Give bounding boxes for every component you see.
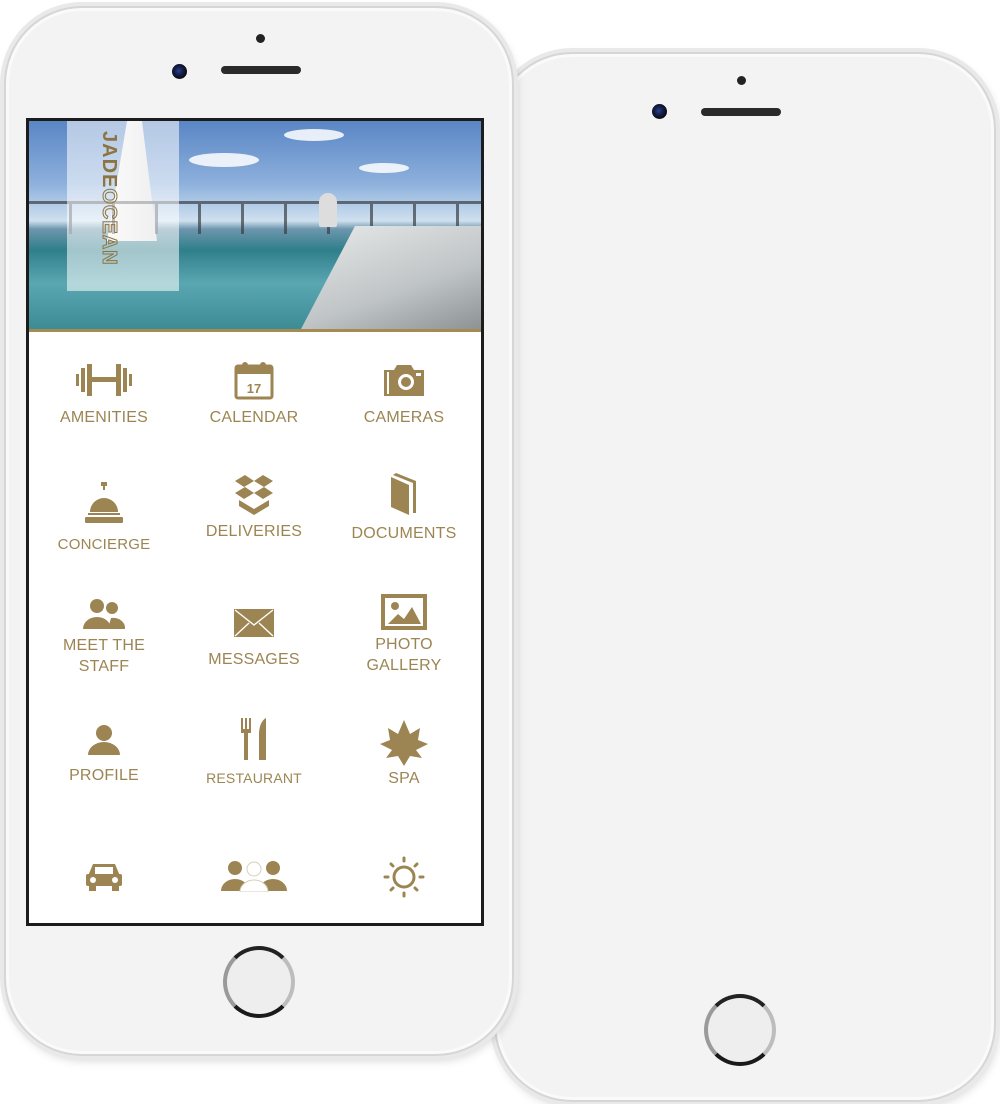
menu-item-deliveries[interactable]: DELIVERIES	[179, 475, 329, 542]
fork-knife-icon	[241, 718, 266, 760]
book-icon	[391, 473, 416, 515]
phone-right	[494, 52, 996, 1102]
person-icon	[88, 725, 120, 755]
staff-icon	[83, 599, 126, 629]
left-app-screen: JADEOCEAN AMENITIES 17 CALENDAR CAMERAS …	[26, 118, 484, 926]
proximity-sensor	[256, 34, 265, 43]
menu-item-cameras[interactable]: CAMERAS	[329, 362, 479, 428]
open-box-icon	[235, 475, 273, 515]
menu-item-concierge[interactable]: CONCIERGE	[29, 482, 179, 555]
picture-icon	[381, 594, 427, 630]
brand-overlay	[67, 121, 179, 291]
dumbbell-icon	[76, 364, 132, 396]
car-icon	[86, 864, 122, 891]
menu-item-calendar[interactable]: 17 CALENDAR	[179, 360, 329, 428]
menu-item-messages[interactable]: MESSAGES	[179, 608, 329, 670]
envelope-icon	[234, 609, 274, 637]
earpiece-speaker	[701, 108, 781, 116]
home-button[interactable]	[223, 946, 295, 1018]
group-icon	[221, 861, 287, 892]
menu-item-spa[interactable]: SPA	[329, 720, 479, 789]
menu-item-weather[interactable]	[329, 856, 479, 898]
menu-item-group[interactable]	[179, 858, 329, 892]
front-camera	[652, 104, 667, 119]
menu-item-restaurant[interactable]: RESTAURANT	[179, 718, 329, 789]
earpiece-speaker	[221, 66, 301, 74]
menu-item-documents[interactable]: DOCUMENTS	[329, 473, 479, 544]
menu-item-valet[interactable]	[29, 860, 179, 892]
home-button[interactable]	[704, 994, 776, 1066]
front-camera	[172, 64, 187, 79]
menu-item-photo-gallery[interactable]: PHOTO GALLERY	[329, 594, 479, 676]
divider	[29, 329, 481, 332]
menu-item-amenities[interactable]: AMENITIES	[29, 362, 179, 428]
pool-hero-image: JADEOCEAN	[29, 121, 481, 329]
brand-logo: JADEOCEAN	[98, 131, 121, 266]
service-bell-icon	[85, 482, 123, 523]
lotus-icon	[380, 720, 428, 766]
calendar-icon: 17	[234, 362, 274, 400]
calendar-day: 17	[247, 381, 261, 396]
sun-icon	[383, 856, 425, 898]
menu-item-profile[interactable]: PROFILE	[29, 724, 179, 786]
proximity-sensor	[737, 76, 746, 85]
camera-icon	[384, 365, 424, 396]
menu-item-meet-the-staff[interactable]: MEET THE STAFF	[29, 597, 179, 677]
